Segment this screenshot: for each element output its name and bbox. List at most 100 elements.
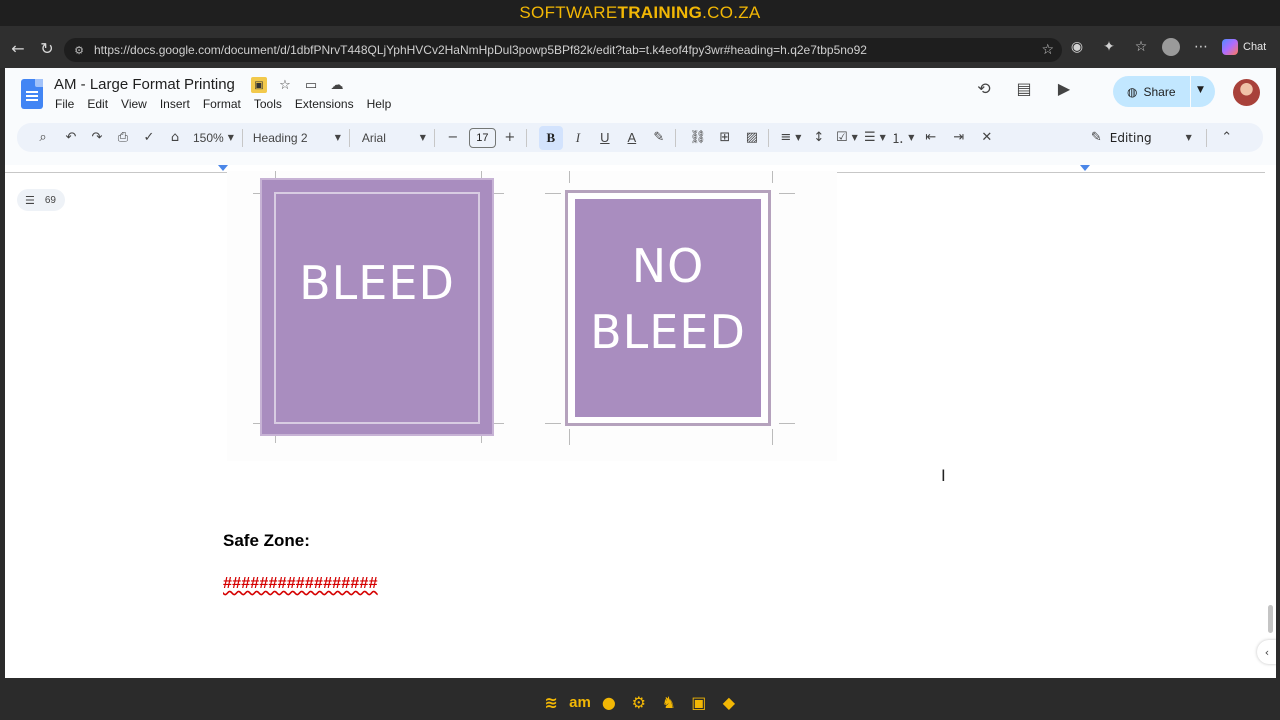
menu-edit[interactable]: Edit [87, 97, 108, 111]
zoom-select[interactable]: 150% ▼ [193, 126, 234, 150]
link-icon[interactable]: ⛓ [686, 126, 710, 150]
cloud-status-icon[interactable]: ☁ [329, 77, 345, 93]
document-title[interactable]: AM - Large Format Printing [54, 76, 235, 93]
font-value: Arial [361, 130, 386, 145]
meet-icon[interactable]: ▶ [1053, 77, 1075, 99]
placeholder-text[interactable]: ################# [223, 575, 378, 593]
toolbar-divider [525, 128, 527, 147]
profile-avatar[interactable] [1162, 38, 1180, 56]
increase-font-size-icon[interactable]: + [498, 126, 522, 150]
style-value: Heading 2 [252, 130, 308, 145]
toolbar-divider [433, 128, 435, 147]
back-icon[interactable]: ← [4, 34, 32, 62]
pencil-icon: ✎ [1090, 130, 1102, 145]
star-icon[interactable]: ☆ [277, 77, 293, 93]
print-icon[interactable]: ⎙ [111, 126, 135, 150]
reload-icon[interactable]: ↻ [33, 34, 61, 62]
menu-view[interactable]: View [121, 97, 147, 111]
bleed-illustration[interactable]: BLEED NO BLEED [227, 171, 837, 461]
toolbar-divider [674, 128, 676, 147]
move-folder-icon[interactable]: ▭ [303, 77, 319, 93]
extensions-puzzle-icon[interactable]: ✦ [1098, 36, 1120, 58]
vertical-scrollbar[interactable] [1268, 605, 1273, 633]
right-indent-marker[interactable] [1080, 165, 1090, 171]
checklist-icon[interactable]: ☑ ▼ [835, 126, 859, 150]
line-spacing-icon[interactable]: ↕ [807, 126, 831, 150]
share-dropdown-icon[interactable]: ▼ [1197, 85, 1204, 95]
bleed-box: BLEED [260, 178, 494, 436]
spellcheck-icon[interactable]: ✓ [137, 126, 161, 150]
comments-icon[interactable]: ▤ [1013, 77, 1035, 99]
brand-logo-icon: ≋ [544, 692, 558, 712]
chevron-down-icon: ▼ [334, 133, 341, 142]
editing-mode-select[interactable]: ✎ Editing ▼ [1091, 126, 1192, 150]
banner-brand: SOFTWARETRAINING.CO.ZA [519, 3, 761, 22]
chevron-down-icon: ▼ [1185, 133, 1192, 142]
square-brand-icon: ▣ [691, 692, 707, 712]
undo-icon[interactable]: ↶ [59, 126, 83, 150]
globe-icon: ◍ [1127, 84, 1138, 99]
redo-icon[interactable]: ↷ [85, 126, 109, 150]
font-select[interactable]: Arial ▼ [362, 126, 426, 150]
toolbar-divider [241, 128, 243, 147]
bookmark-star-icon[interactable]: ☆ [1041, 42, 1054, 58]
side-panel-toggle-icon[interactable]: ‹ [1257, 640, 1276, 664]
extension-icon[interactable]: ◉ [1066, 36, 1088, 58]
style-select[interactable]: Heading 2 ▼ [253, 126, 341, 150]
menu-insert[interactable]: Insert [160, 97, 190, 111]
share-divider [1190, 76, 1191, 107]
more-menu-icon[interactable]: ⋯ [1190, 36, 1212, 58]
chat-button[interactable]: Chat [1222, 39, 1266, 55]
safe-zone-heading[interactable]: Safe Zone: [223, 531, 310, 551]
add-comment-icon[interactable]: ⊞ [713, 126, 737, 150]
font-size-input[interactable]: 17 [468, 127, 496, 148]
no-bleed-box: NO BLEED [565, 190, 771, 426]
increase-indent-icon[interactable]: ⇥ [947, 126, 971, 150]
decrease-indent-icon[interactable]: ⇤ [919, 126, 943, 150]
chevron-down-icon: ▼ [227, 133, 234, 142]
clear-formatting-icon[interactable]: ✕ [975, 126, 999, 150]
bold-button[interactable]: B [538, 125, 563, 150]
highlight-icon[interactable]: ✎ [647, 126, 671, 150]
browser-actions: ◉ ✦ ☆ ⋯ Chat [1066, 32, 1266, 62]
decrease-font-size-icon[interactable]: − [441, 126, 465, 150]
chevron-down-icon: ▼ [419, 133, 426, 142]
document-canvas[interactable]: ☰ 69 BLEED NO BLEED Safe Zone: #########… [5, 165, 1276, 678]
extension-badge-icon[interactable]: ▣ [251, 77, 267, 93]
menu-help[interactable]: Help [367, 97, 392, 111]
menu-tools[interactable]: Tools [254, 97, 282, 111]
align-icon[interactable]: ≡ ▼ [779, 126, 803, 150]
editing-label: Editing [1109, 130, 1152, 145]
chat-label: Chat [1243, 41, 1267, 53]
gear-brand-icon: ⚙ [631, 692, 647, 712]
insert-image-icon[interactable]: ▨ [740, 126, 764, 150]
address-bar[interactable]: ⚙ https://docs.google.com/document/d/1db… [64, 38, 1062, 62]
docs-logo-icon[interactable] [21, 79, 43, 109]
menu-format[interactable]: Format [203, 97, 241, 111]
toolbar-divider [1205, 128, 1207, 147]
crop-mark [779, 193, 795, 194]
code-brand-icon: ◆ [722, 692, 735, 712]
underline-button[interactable]: U [593, 126, 617, 150]
version-history-icon[interactable]: ⟲ [973, 77, 995, 99]
header-actions: ⟲ ▤ ▶ [973, 77, 1093, 99]
buy-this-badge-icon: ● [601, 692, 616, 712]
share-button[interactable]: ◍ Share ▼ [1113, 76, 1215, 107]
crop-mark [545, 193, 561, 194]
text-color-button[interactable]: A [620, 126, 644, 150]
site-info-icon[interactable]: ⚙ [72, 43, 86, 57]
menu-file[interactable]: File [55, 97, 74, 111]
search-menus-icon[interactable]: ⌕ [31, 126, 55, 150]
favorites-icon[interactable]: ☆ [1130, 36, 1152, 58]
italic-button[interactable]: I [566, 126, 590, 150]
crop-mark [772, 429, 773, 445]
document-outline-button[interactable]: ☰ 69 [17, 189, 65, 211]
menu-extensions[interactable]: Extensions [295, 97, 354, 111]
collapse-toolbar-icon[interactable]: ⌃ [1215, 126, 1239, 150]
paint-format-icon[interactable]: ⌂ [163, 126, 187, 150]
user-avatar[interactable] [1233, 79, 1260, 106]
numbered-list-icon[interactable]: ⒈ ▼ [891, 126, 915, 150]
bulleted-list-icon[interactable]: ☰ ▼ [863, 126, 887, 150]
docs-header: AM - Large Format Printing ▣ ☆ ▭ ☁ File … [5, 68, 1276, 118]
crop-mark [569, 429, 570, 445]
